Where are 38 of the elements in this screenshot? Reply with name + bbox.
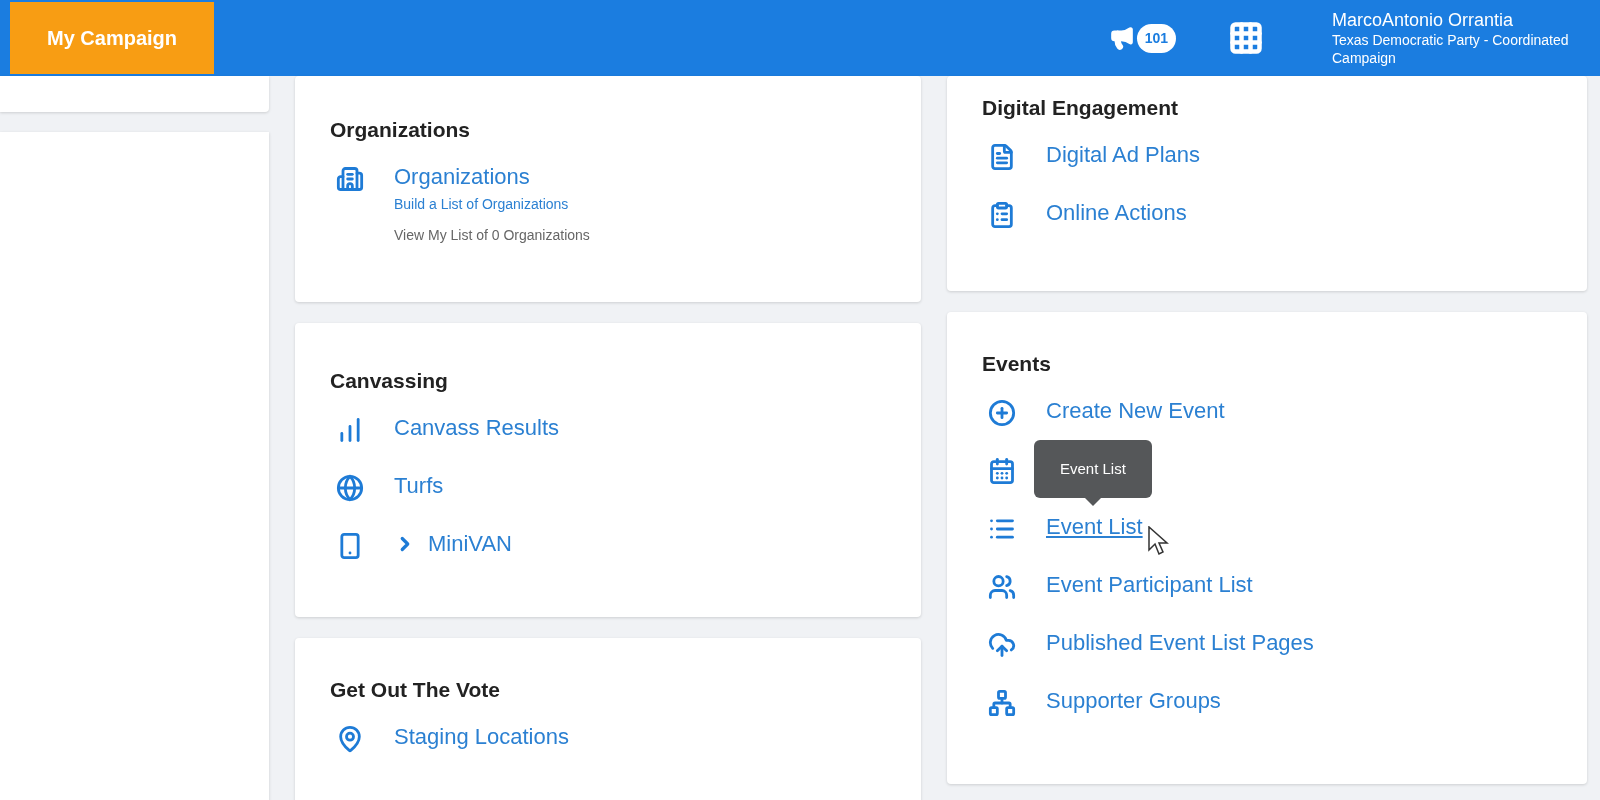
notification-badge[interactable]: 101 xyxy=(1136,23,1176,53)
nav-link[interactable]: MiniVAN xyxy=(428,528,512,559)
map-pin-icon xyxy=(336,724,364,753)
plus-circle-icon xyxy=(988,398,1016,427)
section-title: Digital Engagement xyxy=(982,95,1180,121)
megaphone-icon[interactable] xyxy=(1108,25,1135,51)
list-count-text: View My List of 0 Organizations xyxy=(394,225,590,245)
globe-icon xyxy=(336,473,364,502)
nav-link[interactable]: Published Event List Pages xyxy=(1046,627,1314,658)
build-list-link[interactable]: Build a List of Organizations xyxy=(394,193,590,215)
nav-link[interactable]: Online Actions xyxy=(1046,197,1187,228)
user-name[interactable]: MarcoAntonio Orrantia xyxy=(1332,9,1600,31)
people-icon xyxy=(988,572,1016,601)
mouse-cursor-icon xyxy=(1148,525,1170,556)
nav-link[interactable]: Organizations xyxy=(394,161,530,192)
apps-grid-icon[interactable] xyxy=(1228,20,1264,56)
tooltip: Event List xyxy=(1034,439,1152,506)
nav-link[interactable]: Staging Locations xyxy=(394,721,569,752)
calendar-icon xyxy=(988,456,1016,485)
cloud-upload-icon xyxy=(988,630,1016,659)
building-icon xyxy=(336,164,364,193)
document-icon xyxy=(988,142,1016,171)
nav-link[interactable]: Create New Event xyxy=(1046,395,1225,426)
org-chart-icon xyxy=(988,688,1016,717)
clipboard-list-icon xyxy=(988,200,1016,229)
section-title: Get Out The Vote xyxy=(330,677,501,703)
user-organization: Texas Democratic Party - Coordinated xyxy=(1332,31,1570,49)
section-title: Events xyxy=(982,351,1052,377)
nav-link[interactable]: Canvass Results xyxy=(394,412,560,443)
nav-link[interactable]: Supporter Groups xyxy=(1046,685,1221,716)
nav-link[interactable]: Event List xyxy=(1046,511,1143,542)
nav-link[interactable]: Event Participant List xyxy=(1046,569,1253,600)
section-title: Canvassing xyxy=(330,368,449,394)
section-title: Organizations xyxy=(330,117,472,143)
nav-link[interactable]: Digital Ad Plans xyxy=(1046,139,1201,170)
nav-link[interactable]: Turfs xyxy=(394,470,444,501)
user-organization: Campaign xyxy=(1332,49,1397,67)
my-campaign-tab[interactable]: My Campaign xyxy=(10,2,214,74)
